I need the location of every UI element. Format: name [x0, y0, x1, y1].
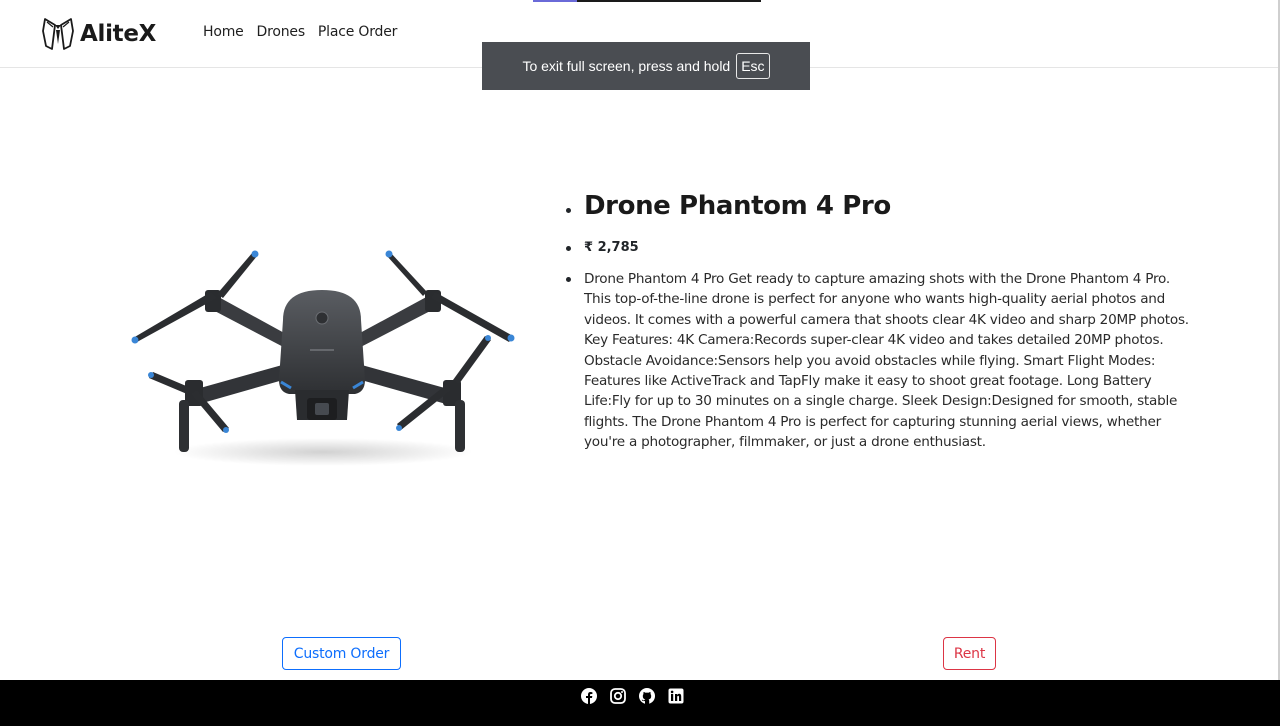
tuxedo-icon: [42, 18, 74, 50]
rent-button[interactable]: Rent: [943, 637, 996, 670]
github-icon[interactable]: [639, 688, 655, 704]
product-details: Drone Phantom 4 Pro ₹ 2,785 Drone Phanto…: [566, 186, 1196, 453]
facebook-icon[interactable]: [581, 688, 597, 704]
linkedin-icon[interactable]: [668, 688, 684, 704]
social-links: [581, 688, 684, 704]
nav-menu: Home Drones Place Order: [203, 24, 410, 40]
nav-drones-link[interactable]: Drones: [257, 24, 306, 40]
product-description: Drone Phantom 4 Pro Get ready to capture…: [566, 269, 1196, 453]
instagram-icon[interactable]: [610, 688, 626, 704]
fullscreen-toast-message: To exit full screen, press and hold: [522, 58, 731, 74]
fullscreen-toast: To exit full screen, press and hold Esc: [482, 42, 810, 90]
product-price: ₹ 2,785: [566, 238, 1196, 258]
product-title: Drone Phantom 4 Pro: [566, 186, 1196, 226]
esc-key-badge: Esc: [736, 53, 770, 79]
nav-place-order-link[interactable]: Place Order: [318, 24, 397, 40]
browser-top-bar: [533, 0, 761, 2]
drone-image: [131, 250, 515, 466]
custom-order-button[interactable]: Custom Order: [282, 637, 401, 670]
brand-name: AliteX: [80, 21, 157, 47]
nav-home-link[interactable]: Home: [203, 24, 244, 40]
brand-logo[interactable]: AliteX: [42, 16, 156, 52]
